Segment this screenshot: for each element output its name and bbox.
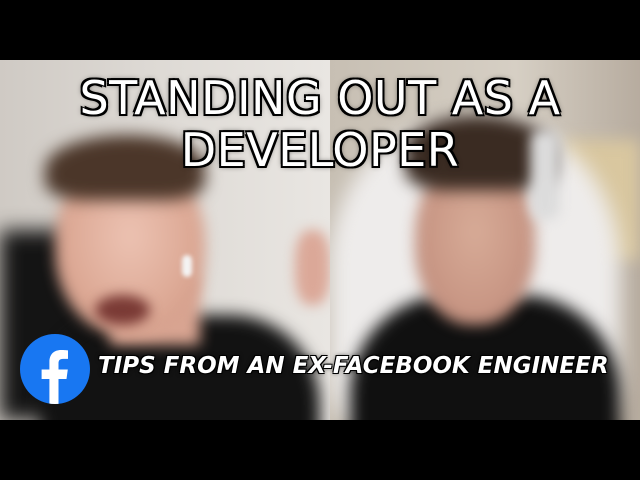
earbud bbox=[182, 255, 192, 277]
raised-hand bbox=[295, 230, 330, 305]
letterbox-bottom bbox=[0, 420, 640, 480]
letterbox-top bbox=[0, 0, 640, 60]
video-title: STANDING OUT AS A DEVELOPER bbox=[0, 72, 640, 176]
facebook-logo-icon bbox=[20, 334, 90, 404]
speaker-left-mouth bbox=[95, 295, 150, 325]
title-line-2: DEVELOPER bbox=[180, 123, 460, 177]
facebook-f-icon bbox=[41, 350, 68, 404]
video-subtitle: TIPS FROM AN EX-FACEBOOK ENGINEER bbox=[98, 353, 609, 379]
title-line-1: STANDING OUT AS A bbox=[79, 71, 561, 125]
